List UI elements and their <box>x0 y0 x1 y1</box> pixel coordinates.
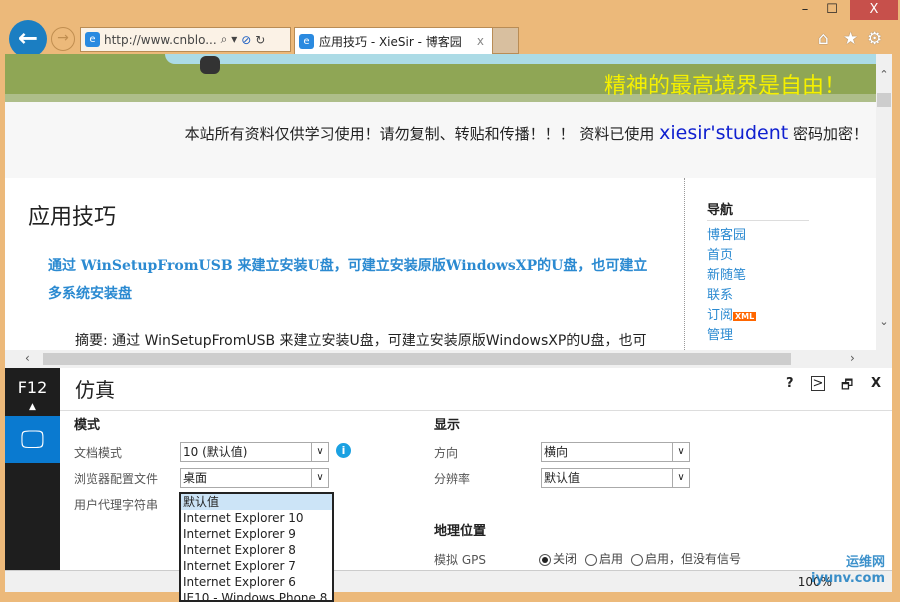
tab-close-icon[interactable]: x <box>477 34 484 48</box>
gps-no-signal-label: 启用，但没有信号 <box>645 552 742 566</box>
home-icon[interactable]: ⌂ <box>818 29 829 49</box>
orientation-select[interactable]: 横向 ∨ <box>541 442 690 462</box>
ua-option[interactable]: Internet Explorer 10 <box>181 510 332 526</box>
close-window-button[interactable]: X <box>850 0 898 20</box>
sidebar-divider <box>684 178 685 350</box>
blog-motto: 精神的最高境界是自由！ <box>603 74 846 99</box>
refresh-icon[interactable]: ↻ <box>255 33 265 47</box>
banner-sky <box>165 54 876 64</box>
ua-option[interactable]: Internet Explorer 6 <box>181 574 332 590</box>
scroll-right-icon[interactable]: › <box>850 351 855 365</box>
gps-no-signal-radio[interactable]: 启用，但没有信号 <box>631 550 741 567</box>
horizontal-scrollbar[interactable]: ‹ › <box>5 350 892 368</box>
web-page: 精神的最高境界是自由！ 本站所有资料仅供学习使用！请勿复制、转贴和传播！！！ 资… <box>5 54 876 350</box>
ie-icon: e <box>85 32 100 47</box>
url-text[interactable]: http://www.cnblo... <box>104 33 217 47</box>
ua-option[interactable]: Internet Explorer 9 <box>181 526 332 542</box>
devtools-title: 仿真 <box>75 378 115 402</box>
address-bar[interactable]: e http://www.cnblo... ⌕ ▾ ⊘ ↻ <box>80 27 291 52</box>
ua-option[interactable]: IE10 - Windows Phone 8 <box>181 590 332 600</box>
notice-area: 本站所有资料仅供学习使用！请勿复制、转贴和传播！！！ 资料已使用 xiesir'… <box>5 102 876 178</box>
notice-suffix: 密码加密！ <box>788 125 868 143</box>
console-icon[interactable]: > <box>811 376 825 391</box>
subscribe-label[interactable]: 订阅 <box>707 308 733 323</box>
watermark-logo: 运维网 iyunv.com <box>811 555 885 586</box>
xml-badge[interactable]: XML <box>733 312 757 321</box>
user-agent-label: 用户代理字符串 <box>74 498 159 512</box>
banner-figures-image <box>200 56 220 74</box>
chevron-down-icon: ∨ <box>672 469 689 487</box>
emulation-tool-icon[interactable]: 🖵 <box>5 416 60 463</box>
gps-on-label: 启用 <box>599 552 624 566</box>
maximize-button[interactable]: ☐ <box>822 0 842 20</box>
collapse-arrow-icon[interactable]: ▲ <box>5 402 60 412</box>
notice-text: 本站所有资料仅供学习使用！请勿复制、转贴和传播！！！ 资料已使用 <box>184 125 660 143</box>
notice-brand: xiesir'student <box>659 122 789 144</box>
page-heading: 应用技巧 <box>28 205 117 230</box>
forward-button[interactable]: → <box>51 27 75 51</box>
scroll-down-icon[interactable]: ⌄ <box>876 315 892 328</box>
ie-icon: e <box>299 33 314 49</box>
doc-mode-select[interactable]: 10 (默认值) ∨ <box>180 442 329 462</box>
mode-heading: 模式 <box>74 418 101 433</box>
sidebar-title: 导航 <box>707 199 809 221</box>
favorites-icon[interactable]: ★ <box>843 29 858 49</box>
divider <box>60 410 892 411</box>
chevron-down-icon: ∨ <box>311 443 328 461</box>
minimize-button[interactable]: – <box>795 0 815 20</box>
ua-option[interactable]: Internet Explorer 8 <box>181 542 332 558</box>
ua-option[interactable]: 默认值 <box>181 494 332 510</box>
scroll-thumb[interactable] <box>877 93 891 107</box>
new-tab-button[interactable] <box>493 27 519 54</box>
nav-link-home[interactable]: 首页 <box>707 244 733 263</box>
scroll-up-icon[interactable]: ⌃ <box>876 68 892 81</box>
info-icon[interactable]: i <box>336 443 351 458</box>
orientation-label: 方向 <box>434 446 459 460</box>
post-summary: 摘要: 通过 WinSetupFromUSB 来建立安装U盘，可建立安装原版Wi… <box>75 333 647 349</box>
gps-off-label: 关闭 <box>553 552 578 566</box>
status-bar: 100% <box>5 570 892 592</box>
resolution-value: 默认值 <box>544 471 581 485</box>
gps-off-radio[interactable]: 关闭 <box>539 550 577 567</box>
profile-label: 浏览器配置文件 <box>74 472 159 486</box>
devtools-sidebar: F12 ▲ 🖵 <box>5 368 60 570</box>
profile-select[interactable]: 桌面 ∨ <box>180 468 329 488</box>
undock-icon[interactable]: 🗗 <box>841 376 853 398</box>
chevron-down-icon: ∨ <box>672 443 689 461</box>
vertical-scrollbar[interactable]: ⌃ ⌄ <box>876 54 892 350</box>
post-title-link[interactable]: 通过 WinSetupFromUSB 来建立安装U盘，可建立安装原版Window… <box>48 252 648 308</box>
profile-value: 桌面 <box>183 471 208 485</box>
tab-title: 应用技巧 - XieSir - 博客园 <box>319 34 462 49</box>
resolution-label: 分辨率 <box>434 472 471 486</box>
chevron-down-icon: ∨ <box>311 469 328 487</box>
nav-link-manage[interactable]: 管理 <box>707 324 733 343</box>
gps-label: 模拟 GPS <box>434 553 486 567</box>
tab-active[interactable]: e 应用技巧 - XieSir - 博客园 x <box>294 27 493 54</box>
scroll-thumb[interactable] <box>43 353 791 365</box>
resolution-select[interactable]: 默认值 ∨ <box>541 468 690 488</box>
doc-mode-value: 10 (默认值) <box>183 445 248 459</box>
devtools-panel: F12 ▲ 🖵 仿真 ? > 🗗 X 模式 文档模式 10 (默认值) ∨ i 浏… <box>5 368 892 602</box>
help-icon[interactable]: ? <box>786 376 794 391</box>
devtools-close-icon[interactable]: X <box>871 376 881 391</box>
nav-link-new-post[interactable]: 新随笔 <box>707 264 746 283</box>
back-button[interactable]: ← <box>9 20 47 58</box>
nav-link-cnblogs[interactable]: 博客园 <box>707 224 746 243</box>
orientation-value: 横向 <box>544 445 569 459</box>
search-icon[interactable]: ⌕ ▾ <box>221 32 238 47</box>
display-heading: 显示 <box>434 418 461 433</box>
geolocation-heading: 地理位置 <box>434 524 487 539</box>
scroll-left-icon[interactable]: ‹ <box>25 351 30 365</box>
ua-option[interactable]: Internet Explorer 7 <box>181 558 332 574</box>
doc-mode-label: 文档模式 <box>74 446 123 460</box>
nav-link-contact[interactable]: 联系 <box>707 284 733 303</box>
gps-on-radio[interactable]: 启用 <box>585 550 623 567</box>
user-agent-dropdown-list[interactable]: 默认值 Internet Explorer 10 Internet Explor… <box>179 492 334 602</box>
nav-link-subscribe[interactable]: 订阅 XML <box>707 304 757 323</box>
f12-label: F12 <box>17 378 48 397</box>
stop-icon[interactable]: ⊘ <box>241 33 251 47</box>
settings-icon[interactable]: ⚙ <box>867 29 882 49</box>
